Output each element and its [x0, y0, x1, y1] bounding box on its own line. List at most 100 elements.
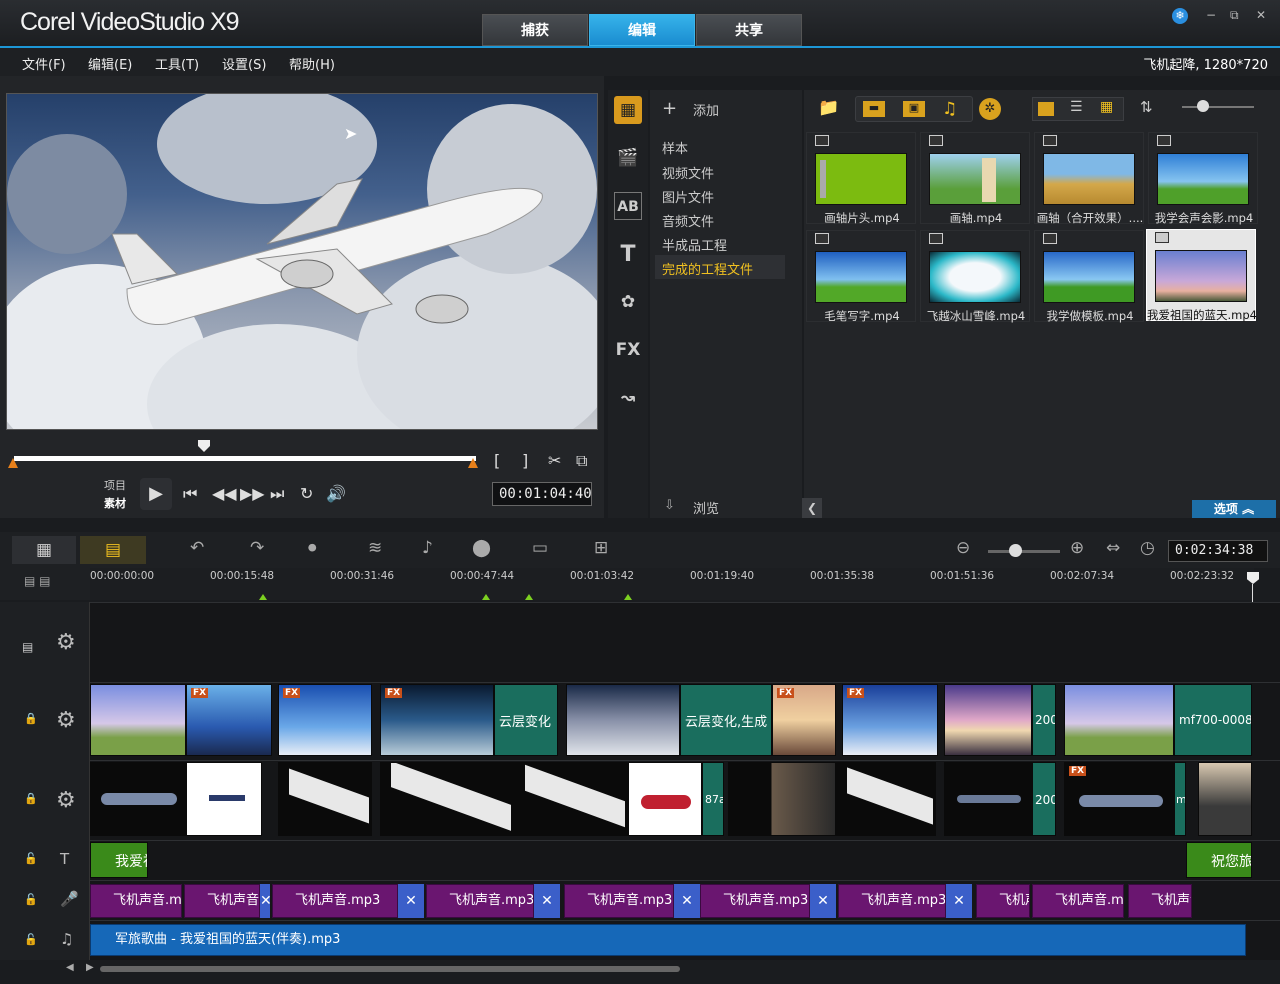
- collapse-left-icon[interactable]: ❮: [802, 498, 822, 518]
- lock-icon[interactable]: 🔓: [24, 852, 38, 865]
- clip[interactable]: [90, 684, 186, 756]
- clip[interactable]: FX: [278, 684, 372, 756]
- folder-item[interactable]: 视频文件: [662, 163, 714, 182]
- folder-item-selected[interactable]: 完成的工程文件: [662, 259, 753, 278]
- minimize-button[interactable]: −: [1206, 8, 1216, 22]
- filter-icon[interactable]: FX: [614, 336, 642, 364]
- transition-icon[interactable]: ✕: [674, 884, 700, 918]
- instant-project-icon[interactable]: 🎬: [614, 144, 642, 172]
- mark-out-button[interactable]: ]: [522, 451, 528, 470]
- folder-item[interactable]: 半成品工程: [662, 235, 727, 254]
- clip[interactable]: 87a: [702, 762, 724, 836]
- undo-icon[interactable]: ↶: [190, 538, 204, 558]
- clip[interactable]: FX: [1064, 762, 1174, 836]
- add-folder-button[interactable]: 添加: [693, 100, 719, 119]
- storyboard-view-icon[interactable]: [1038, 102, 1054, 116]
- zoom-in-icon[interactable]: ⊕: [1070, 538, 1084, 558]
- menu-tools[interactable]: 工具(T): [155, 54, 199, 73]
- clip[interactable]: FX: [772, 684, 836, 756]
- menu-help[interactable]: 帮助(H): [289, 54, 335, 73]
- timecode-field[interactable]: 00:01:04:40: [492, 482, 592, 506]
- record-capture-icon[interactable]: ⏺: [308, 538, 317, 558]
- time-ruler[interactable]: 00:00:00:00 00:00:15:48 00:00:31:46 00:0…: [90, 568, 1254, 600]
- graphic-icon[interactable]: ✿: [614, 288, 642, 316]
- audio-clip[interactable]: 飞机声音.mp3: [90, 884, 182, 918]
- sort-icon[interactable]: ⇅: [1140, 98, 1153, 116]
- next-frame-button[interactable]: ▶▶: [240, 484, 265, 503]
- zoom-out-icon[interactable]: ⊖: [956, 538, 970, 558]
- scroll-right-icon[interactable]: ▶: [86, 962, 94, 973]
- title-icon[interactable]: T: [614, 241, 642, 269]
- folder-item[interactable]: 音频文件: [662, 211, 714, 230]
- media-item[interactable]: 毛笔写字.mp4: [806, 230, 916, 323]
- media-item[interactable]: 画轴（合开效果）....: [1034, 132, 1144, 225]
- audio-clip[interactable]: 飞机声音.mp3: [184, 884, 260, 918]
- transition-icon[interactable]: ✕: [260, 884, 272, 918]
- clip[interactable]: FX: [380, 684, 494, 756]
- clip[interactable]: [186, 762, 262, 836]
- redo-icon[interactable]: ↷: [250, 538, 264, 558]
- media-item[interactable]: 画轴.mp4: [920, 132, 1030, 225]
- clip[interactable]: m: [1174, 762, 1186, 836]
- clip[interactable]: [944, 684, 1032, 756]
- clip[interactable]: [628, 762, 702, 836]
- preview-video[interactable]: [6, 93, 598, 430]
- tab-capture[interactable]: 捕获: [482, 14, 588, 46]
- audio-clip[interactable]: 飞机声音.mp3: [1128, 884, 1192, 918]
- media-icon[interactable]: ▦: [614, 96, 642, 124]
- tab-edit[interactable]: 编辑: [589, 14, 695, 46]
- title-clip[interactable]: 祝您旅: [1186, 842, 1252, 878]
- thumb-size-slider[interactable]: [1182, 106, 1254, 108]
- clip[interactable]: 云层变化: [494, 684, 558, 756]
- audio-clip[interactable]: 飞机声音.mp3: [564, 884, 674, 918]
- audio-clip[interactable]: 飞机声音.mp3: [272, 884, 398, 918]
- clip[interactable]: [566, 684, 680, 756]
- title-clip[interactable]: 我爱祖: [90, 842, 148, 878]
- media-item[interactable]: 画轴片头.mp4: [806, 132, 916, 225]
- browse-icon[interactable]: ⇩: [664, 498, 675, 513]
- end-button[interactable]: ⏭: [270, 484, 284, 504]
- transition-icon[interactable]: ✕: [534, 884, 560, 918]
- clip[interactable]: FX: [842, 684, 938, 756]
- timeline-view-icon[interactable]: ▤: [80, 536, 146, 564]
- storyboard-icon[interactable]: ▦: [12, 536, 76, 564]
- lock-icon[interactable]: 🔓: [24, 933, 38, 946]
- video-filter-icon[interactable]: ▬: [863, 101, 885, 117]
- audio-clip[interactable]: 飞机声音.mp3: [1032, 884, 1124, 918]
- track-toggle-icon[interactable]: ▤: [22, 640, 33, 654]
- volume-icon[interactable]: 🔊: [326, 484, 346, 503]
- add-icon[interactable]: +: [662, 98, 677, 119]
- copy-icon[interactable]: ⧉: [576, 451, 587, 471]
- lock-icon[interactable]: 🔓: [24, 893, 38, 906]
- menu-settings[interactable]: 设置(S): [222, 54, 266, 73]
- media-item[interactable]: 我学会声会影.mp4: [1148, 132, 1258, 225]
- sound-mixer-icon[interactable]: ≋: [368, 538, 382, 558]
- slider-knob[interactable]: [1197, 100, 1209, 112]
- folder-open-icon[interactable]: 📁: [818, 98, 839, 118]
- home-button[interactable]: ⏮: [183, 484, 197, 504]
- lock-icon[interactable]: 🔒: [24, 712, 38, 725]
- clip[interactable]: FX: [186, 684, 272, 756]
- scroll-left-icon[interactable]: ◀: [66, 962, 74, 973]
- list-view-icon[interactable]: ☰: [1070, 99, 1083, 115]
- folder-item[interactable]: 样本: [662, 138, 688, 157]
- clip[interactable]: 200: [1032, 762, 1056, 836]
- scrub-bar[interactable]: [14, 456, 476, 461]
- transition-icon[interactable]: ✕: [810, 884, 836, 918]
- motion-tracking-icon[interactable]: ⬤: [472, 538, 491, 558]
- media-item[interactable]: 飞越冰山雪峰.mp4: [920, 230, 1030, 323]
- repeat-icon[interactable]: ↻: [300, 484, 313, 503]
- menu-file[interactable]: 文件(F): [22, 54, 66, 73]
- tab-share[interactable]: 共享: [696, 14, 802, 46]
- prev-frame-button[interactable]: ◀◀: [212, 484, 237, 503]
- transition-icon[interactable]: AB: [614, 192, 642, 220]
- snowflake-icon[interactable]: ❄: [1172, 8, 1188, 24]
- reel-icon[interactable]: ✲: [979, 98, 1001, 120]
- auto-music-icon[interactable]: ♪: [422, 538, 433, 558]
- clip[interactable]: [514, 762, 628, 836]
- clip[interactable]: [836, 762, 936, 836]
- timeline-scrollbar[interactable]: [100, 966, 680, 972]
- clip[interactable]: 云层变化,生成: [680, 684, 772, 756]
- clip[interactable]: mf700-00084: [1174, 684, 1252, 756]
- mode-clip[interactable]: 素材: [104, 495, 126, 511]
